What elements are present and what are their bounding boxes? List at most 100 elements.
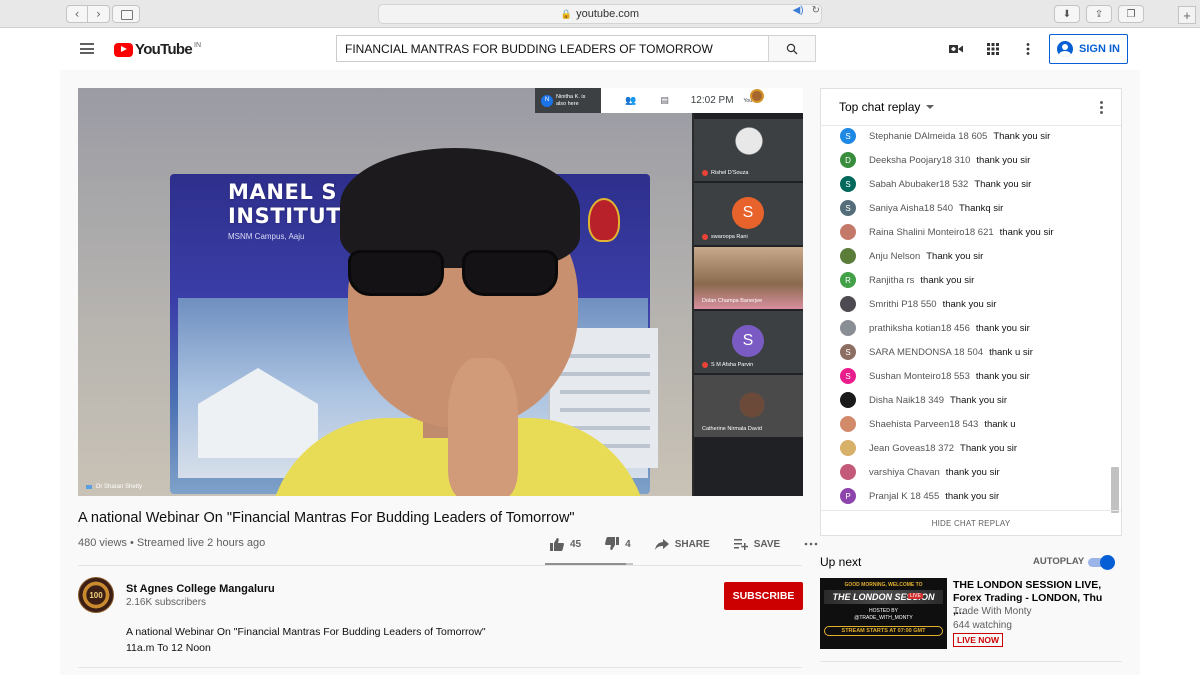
up-next-label: Up next bbox=[820, 555, 862, 569]
participant-tile: Dolan Champa Banerjee bbox=[694, 247, 803, 309]
share-icon[interactable]: ⇪ bbox=[1086, 5, 1112, 23]
thumb-host: HOSTED BY @TRADE_WITH_MONTY bbox=[820, 608, 947, 622]
right-lens bbox=[462, 250, 558, 296]
chat-message: S Stephanie DAlmeida 18 605 Thank you sir bbox=[840, 126, 1050, 146]
chat-author-name[interactable]: Jean Goveas18 372 bbox=[869, 443, 954, 454]
settings-more-icon[interactable] bbox=[1020, 42, 1036, 56]
participant-name: S M Afsha Parvin bbox=[702, 362, 753, 368]
more-actions-button[interactable] bbox=[804, 537, 818, 551]
meeting-top-bar: N Ninitha K. is also here 👥 ▤ 12:02 PM Y… bbox=[535, 88, 803, 113]
chat-author-avatar[interactable] bbox=[840, 296, 856, 312]
search-button[interactable] bbox=[768, 35, 816, 62]
apps-grid-icon[interactable] bbox=[985, 42, 1001, 56]
divider bbox=[820, 661, 1122, 662]
chat-author-name[interactable]: Sabah Abubaker18 532 bbox=[869, 179, 968, 190]
url-text: youtube.com bbox=[576, 8, 640, 20]
video-actions: 45 4 SHARE SAVE bbox=[550, 537, 818, 551]
chat-author-avatar[interactable]: S bbox=[840, 128, 856, 144]
chat-author-name[interactable]: Anju Nelson bbox=[869, 251, 920, 262]
like-button[interactable]: 45 bbox=[550, 537, 581, 551]
channel-name[interactable]: St Agnes College Mangaluru bbox=[126, 583, 275, 595]
chat-author-name[interactable]: Smrithi P18 550 bbox=[869, 299, 937, 310]
chat-icon[interactable]: ▤ bbox=[660, 96, 669, 106]
subscribe-button[interactable]: SUBSCRIBE bbox=[724, 582, 803, 610]
chat-author-avatar[interactable]: D bbox=[840, 152, 856, 168]
chat-author-name[interactable]: Sushan Monteiro18 553 bbox=[869, 371, 970, 382]
address-bar[interactable]: 🔒 youtube.com bbox=[378, 4, 822, 24]
chat-author-avatar[interactable] bbox=[840, 416, 856, 432]
chat-more-icon[interactable] bbox=[1100, 101, 1103, 114]
video-player[interactable]: MANEL S INSTITUTE MSNM Campus, Aaju Dr S… bbox=[78, 88, 803, 496]
browser-toolbar: ‹ › 🔒 youtube.com ◀) ↻ ⬇ ⇪ ❐ + bbox=[0, 0, 1200, 28]
tabs-icon[interactable]: ❐ bbox=[1118, 5, 1144, 23]
chat-author-name[interactable]: Raina Shalini Monteiro18 621 bbox=[869, 227, 994, 238]
chat-author-name[interactable]: Pranjal K 18 455 bbox=[869, 491, 939, 502]
chat-scrollbar[interactable] bbox=[1111, 467, 1119, 513]
participant-tile: Rishel D'Souza bbox=[694, 119, 803, 181]
chat-author-avatar[interactable] bbox=[840, 464, 856, 480]
chat-author-name[interactable]: Shaehista Parveen18 543 bbox=[869, 419, 978, 430]
autoplay-label: AUTOPLAY bbox=[1033, 556, 1085, 567]
sidebar-toggle-icon[interactable] bbox=[112, 5, 140, 23]
chat-message-text: thank you sir bbox=[942, 298, 997, 310]
chat-author-name[interactable]: prathiksha kotian18 456 bbox=[869, 323, 970, 334]
chat-mode-dropdown[interactable]: Top chat replay bbox=[821, 89, 1121, 126]
chat-author-name[interactable]: Disha Naik18 349 bbox=[869, 395, 944, 406]
create-video-icon[interactable] bbox=[948, 42, 964, 56]
speaker-video: MANEL S INSTITUTE MSNM Campus, Aaju Dr S… bbox=[78, 88, 692, 496]
hide-chat-button[interactable]: HIDE CHAT REPLAY bbox=[821, 510, 1121, 535]
chat-author-avatar[interactable] bbox=[840, 440, 856, 456]
chat-message-text: thank u bbox=[984, 418, 1016, 430]
menu-icon[interactable] bbox=[80, 43, 94, 54]
autoplay-toggle[interactable] bbox=[1088, 555, 1116, 570]
share-button[interactable]: SHARE bbox=[654, 537, 710, 551]
chat-author-avatar[interactable]: S bbox=[840, 200, 856, 216]
chat-author-avatar[interactable]: R bbox=[840, 272, 856, 288]
chat-author-name[interactable]: varshiya Chavan bbox=[869, 467, 940, 478]
live-chat-panel: Top chat replay S Stephanie DAlmeida 18 6… bbox=[820, 88, 1122, 536]
speaker-glasses bbox=[348, 250, 558, 298]
participant-avatar: S bbox=[732, 197, 764, 229]
forward-button[interactable]: › bbox=[88, 5, 110, 23]
search-input[interactable]: FINANCIAL MANTRAS FOR BUDDING LEADERS OF… bbox=[336, 35, 768, 62]
sign-in-label: SIGN IN bbox=[1079, 43, 1120, 55]
back-button[interactable]: ‹ bbox=[66, 5, 88, 23]
dislike-button[interactable]: 4 bbox=[605, 537, 631, 551]
save-button[interactable]: SAVE bbox=[733, 537, 780, 551]
up-next-thumbnail[interactable]: GOOD MORNING, WELCOME TO THE LONDON SESS… bbox=[820, 578, 947, 649]
chat-author-name[interactable]: Saniya Aisha18 540 bbox=[869, 203, 953, 214]
participant-name: swaroopa Rani bbox=[702, 234, 748, 240]
thumb-title: THE LONDON SESSION bbox=[824, 590, 943, 604]
play-logo-icon bbox=[114, 42, 133, 57]
search-icon bbox=[786, 43, 798, 54]
chat-author-name[interactable]: Deeksha Poojary18 310 bbox=[869, 155, 970, 166]
chat-message: varshiya Chavan thank you sir bbox=[840, 462, 1000, 482]
chat-message-text: Thank you sir bbox=[950, 394, 1008, 406]
people-icon[interactable]: 👥 bbox=[625, 96, 636, 106]
download-icon[interactable]: ⬇ bbox=[1054, 5, 1080, 23]
chat-message: Raina Shalini Monteiro18 621 thank you si… bbox=[840, 222, 1054, 242]
chat-author-avatar[interactable]: S bbox=[840, 368, 856, 384]
chat-author-avatar[interactable]: S bbox=[840, 176, 856, 192]
chat-author-avatar[interactable] bbox=[840, 320, 856, 336]
new-tab-button[interactable]: + bbox=[1178, 6, 1196, 24]
reload-icon[interactable]: ↻ bbox=[812, 5, 820, 16]
chat-author-avatar[interactable]: P bbox=[840, 488, 856, 504]
audio-icon[interactable]: ◀) bbox=[793, 5, 804, 16]
chat-author-avatar[interactable] bbox=[840, 224, 856, 240]
sign-in-button[interactable]: SIGN IN bbox=[1049, 34, 1128, 64]
channel-avatar[interactable]: 100 bbox=[78, 577, 114, 613]
dislike-count: 4 bbox=[625, 538, 631, 550]
chat-author-name[interactable]: Ranjitha rs bbox=[869, 275, 914, 286]
chat-author-name[interactable]: SARA MENDONSA 18 504 bbox=[869, 347, 983, 358]
chat-author-avatar[interactable]: S bbox=[840, 344, 856, 360]
chat-message-text: Thankq sir bbox=[958, 202, 1004, 214]
chat-author-avatar[interactable] bbox=[840, 248, 856, 264]
chat-message: R Ranjitha rs thank you sir bbox=[840, 270, 974, 290]
dropdown-caret-icon bbox=[926, 105, 935, 109]
chat-author-name[interactable]: Stephanie DAlmeida 18 605 bbox=[869, 131, 987, 142]
chat-message: Smrithi P18 550 thank you sir bbox=[840, 294, 996, 314]
youtube-logo[interactable]: YouTube IN bbox=[114, 41, 201, 58]
chat-author-avatar[interactable] bbox=[840, 392, 856, 408]
thumb-live-tag: LIVE bbox=[908, 593, 923, 599]
